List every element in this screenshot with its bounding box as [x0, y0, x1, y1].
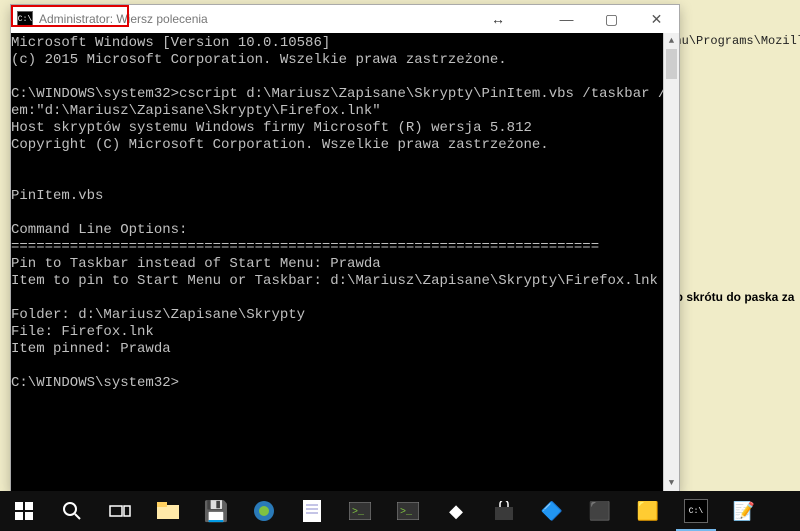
console-line	[11, 290, 679, 307]
taskbar-item-save[interactable]: 💾	[192, 491, 240, 531]
console-line: (c) 2015 Microsoft Corporation. Wszelkie…	[11, 52, 679, 69]
console-line	[11, 154, 679, 171]
scroll-up-button[interactable]: ▲	[664, 33, 679, 49]
background-panel: Menu\Programs\Mozilla	[660, 0, 800, 490]
console-line: Item pinned: Prawda	[11, 341, 679, 358]
console-line: Pin to Taskbar instead of Start Menu: Pr…	[11, 256, 679, 273]
notepad-icon	[300, 499, 324, 523]
taskbar-item-task-view[interactable]	[96, 491, 144, 531]
terminal-2-icon: >_	[396, 499, 420, 523]
window-controls: — ▢ ✕	[544, 5, 679, 33]
bg-path-text: Menu\Programs\Mozilla	[660, 32, 800, 50]
console-line: Item to pin to Start Menu or Taskbar: d:…	[11, 273, 679, 290]
notes-icon: 📝	[732, 499, 756, 523]
console-line: Command Line Options:	[11, 222, 679, 239]
taskbar-item-cmd[interactable]: C:\	[672, 491, 720, 531]
app-5-icon: 🟨	[636, 499, 660, 523]
console-line	[11, 171, 679, 188]
taskbar-item-terminal-1[interactable]: >_	[336, 491, 384, 531]
terminal-1-icon: >_	[348, 499, 372, 523]
cmd-window: C:\ Administrator: Wiersz polecenia ↔ — …	[10, 4, 680, 492]
console-line: PinItem.vbs	[11, 188, 679, 205]
store-icon	[492, 499, 516, 523]
console-line: em:"d:\Mariusz\Zapisane\Skrypty\Firefox.…	[11, 103, 679, 120]
taskbar-item-file-explorer[interactable]	[144, 491, 192, 531]
app-3-icon: 🔷	[540, 499, 564, 523]
close-button[interactable]: ✕	[634, 5, 679, 33]
svg-text:>_: >_	[352, 507, 365, 518]
maximize-button[interactable]: ▢	[589, 5, 634, 33]
scroll-track[interactable]	[664, 49, 679, 475]
minimize-button[interactable]: —	[544, 5, 589, 33]
console-line	[11, 69, 679, 86]
app-1-icon: ◆	[444, 499, 468, 523]
scroll-down-button[interactable]: ▼	[664, 475, 679, 491]
taskbar: 💾 >_ >_ ◆ 🔷 ⬛ 🟨 C:\ 📝	[0, 491, 800, 531]
console-line	[11, 205, 679, 222]
taskbar-item-search[interactable]	[48, 491, 96, 531]
cmd-icon: C:\	[684, 499, 708, 523]
file-explorer-icon	[156, 499, 180, 523]
console-line: Copyright (C) Microsoft Corporation. Wsz…	[11, 137, 679, 154]
bg-bold-text: lub skrótu do paska za	[665, 290, 794, 304]
start-icon	[12, 499, 36, 523]
console-line: ========================================…	[11, 239, 679, 256]
console-line: Microsoft Windows [Version 10.0.10586]	[11, 35, 679, 52]
taskbar-item-app-4[interactable]: ⬛	[576, 491, 624, 531]
taskbar-item-start[interactable]	[0, 491, 48, 531]
taskbar-item-notes[interactable]: 📝	[720, 491, 768, 531]
console-line: Folder: d:\Mariusz\Zapisane\Skrypty	[11, 307, 679, 324]
taskbar-item-terminal-2[interactable]: >_	[384, 491, 432, 531]
scroll-thumb[interactable]	[666, 49, 677, 79]
browser-icon	[252, 499, 276, 523]
window-title: Administrator: Wiersz polecenia	[39, 12, 208, 26]
taskbar-item-notepad[interactable]	[288, 491, 336, 531]
titlebar[interactable]: C:\ Administrator: Wiersz polecenia ↔ — …	[11, 5, 679, 33]
console-area[interactable]: Microsoft Windows [Version 10.0.10586](c…	[11, 33, 679, 491]
taskbar-item-browser[interactable]	[240, 491, 288, 531]
taskbar-item-app-3[interactable]: 🔷	[528, 491, 576, 531]
search-icon	[60, 499, 84, 523]
console-line: Host skryptów systemu Windows firmy Micr…	[11, 120, 679, 137]
console-line: C:\WINDOWS\system32>	[11, 375, 679, 392]
app-4-icon: ⬛	[588, 499, 612, 523]
taskbar-item-store[interactable]	[480, 491, 528, 531]
console-line: File: Firefox.lnk	[11, 324, 679, 341]
console-line: C:\WINDOWS\system32>cscript d:\Mariusz\Z…	[11, 86, 679, 103]
resize-icon: ↔	[491, 11, 505, 27]
console-line	[11, 358, 679, 375]
scrollbar[interactable]: ▲ ▼	[663, 33, 679, 491]
save-icon: 💾	[204, 499, 228, 523]
cmd-icon: C:\	[17, 11, 33, 27]
taskbar-item-app-1[interactable]: ◆	[432, 491, 480, 531]
svg-text:>_: >_	[400, 507, 413, 518]
task-view-icon	[108, 499, 132, 523]
taskbar-item-app-5[interactable]: 🟨	[624, 491, 672, 531]
